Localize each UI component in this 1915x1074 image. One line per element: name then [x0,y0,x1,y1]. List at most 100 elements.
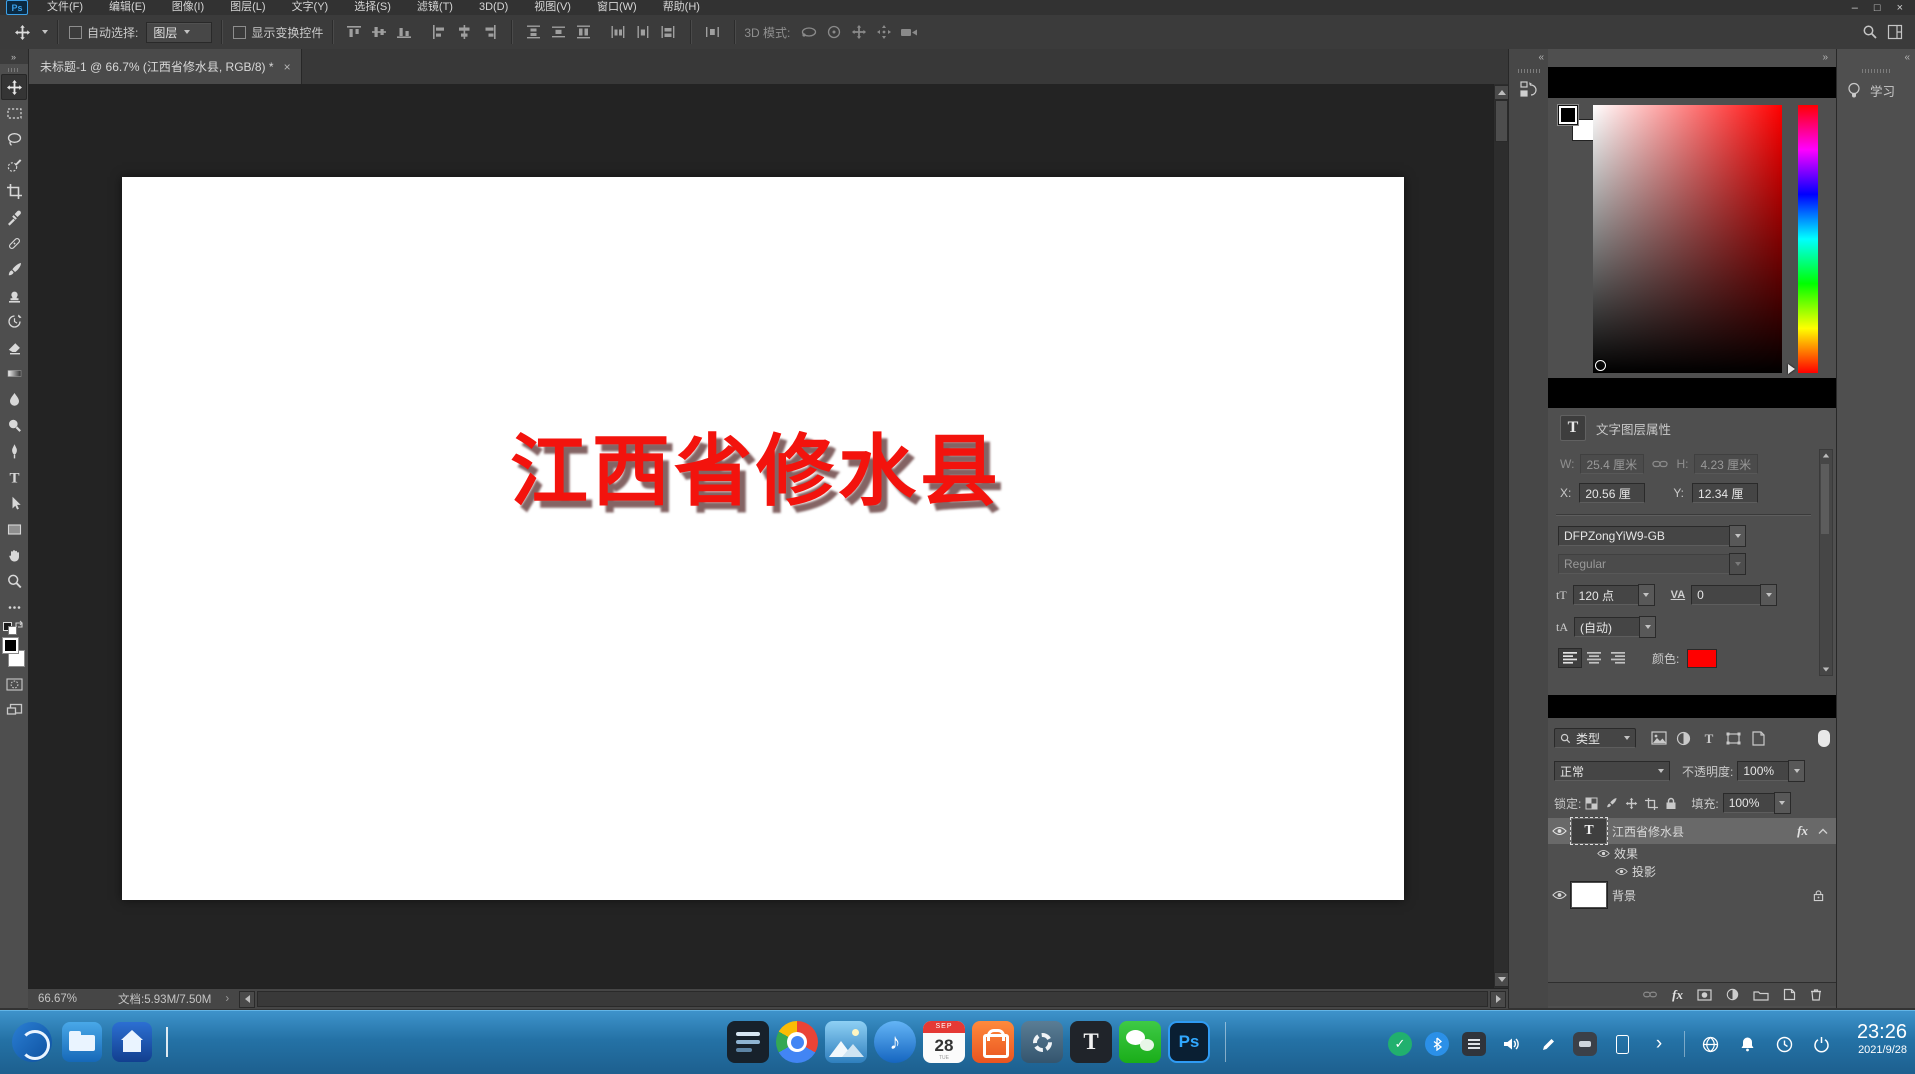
background-eye-icon[interactable] [1548,890,1570,900]
distribute-left-edges-icon[interactable] [606,21,631,43]
layer-drop-shadow-row[interactable]: 投影 [1548,863,1836,880]
photoshop-taskbar-icon[interactable]: Ps [1168,1021,1210,1063]
color-field-cursor[interactable] [1595,360,1606,371]
align-right-edges-icon[interactable] [477,21,502,43]
wechat-icon[interactable] [1119,1021,1161,1063]
menu-type[interactable]: 文字(Y) [279,0,342,15]
align-top-edges-icon[interactable] [342,21,367,43]
pen-tool[interactable] [1,438,27,464]
dodge-tool[interactable] [1,412,27,438]
hand-tool[interactable] [1,542,27,568]
font-style-chevron-icon[interactable] [1729,553,1746,575]
move-tool[interactable] [1,74,27,100]
software-center-icon[interactable] [972,1021,1014,1063]
link-dimensions-icon[interactable] [1652,459,1669,469]
network-icon[interactable] [1698,1032,1722,1056]
foreground-color-swatch[interactable] [2,637,19,654]
search-icon[interactable] [1857,21,1882,43]
vertical-scrollbar[interactable] [1493,84,1508,988]
distribute-bottom-edges-icon[interactable] [571,21,596,43]
menu-edit[interactable]: 编辑(E) [96,0,159,15]
settings-gear-icon[interactable] [1021,1021,1063,1063]
edit-toolbar-icon[interactable] [1,594,27,620]
leading-field[interactable]: (自动) [1574,617,1640,637]
3d-orbit-icon[interactable] [796,21,821,43]
vertical-scroll-thumb[interactable] [1495,100,1508,142]
color-panel-header[interactable] [1548,67,1836,98]
layer-name[interactable]: 江西省修水县 [1612,823,1684,840]
filter-adjustment-layers-icon[interactable] [1671,727,1696,749]
panel-foreground-swatch[interactable] [1558,105,1578,125]
learn-panel-button[interactable]: 学习 [1837,75,1915,100]
scroll-up-icon[interactable] [1494,85,1508,100]
collapse-effects-chevron-icon[interactable] [1818,828,1828,835]
filter-type-layers-icon[interactable]: T [1696,727,1721,749]
3d-pan-icon[interactable] [846,21,871,43]
visibility-eye-icon[interactable] [1548,826,1570,836]
scroll-down-icon[interactable] [1494,972,1508,987]
volume-icon[interactable] [1499,1032,1523,1056]
type-tool[interactable]: T [1,464,27,490]
lock-artboard-icon[interactable] [1641,792,1661,814]
power-icon[interactable] [1809,1032,1833,1056]
align-horizontal-centers-icon[interactable] [452,21,477,43]
foreground-background-colors[interactable] [1,637,27,667]
new-group-icon[interactable] [1753,989,1769,1001]
scroll-left-icon[interactable] [239,990,256,1008]
launcher-icon[interactable] [12,1022,52,1062]
workspace-switcher-icon[interactable] [1882,21,1907,43]
layer-row-background[interactable]: 背景 [1548,881,1836,909]
background-layer-thumbnail[interactable] [1570,881,1608,909]
filter-shape-layers-icon[interactable] [1721,727,1746,749]
tab-close-icon[interactable]: × [284,60,291,74]
screenshot-pen-icon[interactable] [1536,1032,1560,1056]
taskbar-clock[interactable]: 23:26 2021/9/28 [1857,1021,1907,1057]
new-adjustment-layer-icon[interactable] [1726,988,1739,1001]
history-brush-tool[interactable] [1,308,27,334]
minimize-button[interactable]: – [1852,2,1858,14]
eraser-tool[interactable] [1,334,27,360]
auto-select-target-dropdown[interactable]: 图层 [146,21,213,43]
add-layer-style-button[interactable]: fx [1672,987,1683,1003]
layer-effects-row[interactable]: 效果 [1548,845,1836,862]
width-field[interactable]: 25.4 厘米 [1580,454,1645,474]
brush-tool[interactable] [1,256,27,282]
font-family-dropdown[interactable]: DFPZongYiW9-GB [1558,526,1730,546]
maximize-button[interactable]: □ [1874,2,1881,14]
3d-slide-icon[interactable] [871,21,896,43]
photoshop-app-icon[interactable]: Ps [6,0,28,15]
rectangle-shape-tool[interactable] [1,516,27,542]
quick-selection-tool[interactable] [1,152,27,178]
music-player-icon[interactable]: ♪ [874,1021,916,1063]
filter-smart-objects-icon[interactable] [1746,727,1771,749]
layer-fx-badge[interactable]: fx [1797,823,1808,839]
opacity-field[interactable]: 100% [1737,761,1790,781]
canvas-area[interactable]: 江西省修水县 [28,84,1508,988]
crop-tool[interactable] [1,178,27,204]
lock-transparent-pixels-icon[interactable] [1581,792,1601,814]
menu-select[interactable]: 选择(S) [341,0,404,15]
align-vertical-centers-icon[interactable] [367,21,392,43]
calendar-icon[interactable]: SEP 28 TUE [923,1021,965,1063]
document-canvas[interactable]: 江西省修水县 [122,177,1404,900]
drop-shadow-eye-icon[interactable] [1610,867,1632,876]
properties-scrollbar[interactable] [1819,449,1833,676]
new-layer-icon[interactable] [1783,988,1796,1001]
properties-panel-header[interactable] [1548,378,1836,408]
menu-help[interactable]: 帮助(H) [650,0,713,15]
lock-image-pixels-icon[interactable] [1601,792,1621,814]
document-tab[interactable]: 未标题-1 @ 66.7% (江西省修水县, RGB/8) * × [28,49,302,84]
y-position-field[interactable]: 12.34 厘 [1692,483,1759,503]
text-editor-icon[interactable]: T [1070,1021,1112,1063]
layer-filter-dropdown[interactable]: 类型 [1554,728,1636,748]
keyboard-layout-icon[interactable] [1462,1032,1486,1056]
font-size-chevron-icon[interactable] [1637,584,1655,606]
tray-expand-chevron-icon[interactable]: › [1647,1032,1671,1056]
hue-slider-arrow[interactable] [1788,364,1795,374]
lock-position-icon[interactable] [1621,792,1641,814]
disk-mount-icon[interactable] [1573,1032,1597,1056]
history-panel-icon[interactable] [1509,75,1549,99]
text-layer-thumbnail[interactable]: T [1570,817,1608,845]
menu-filter[interactable]: 滤镜(T) [404,0,466,15]
lasso-tool[interactable] [1,126,27,152]
